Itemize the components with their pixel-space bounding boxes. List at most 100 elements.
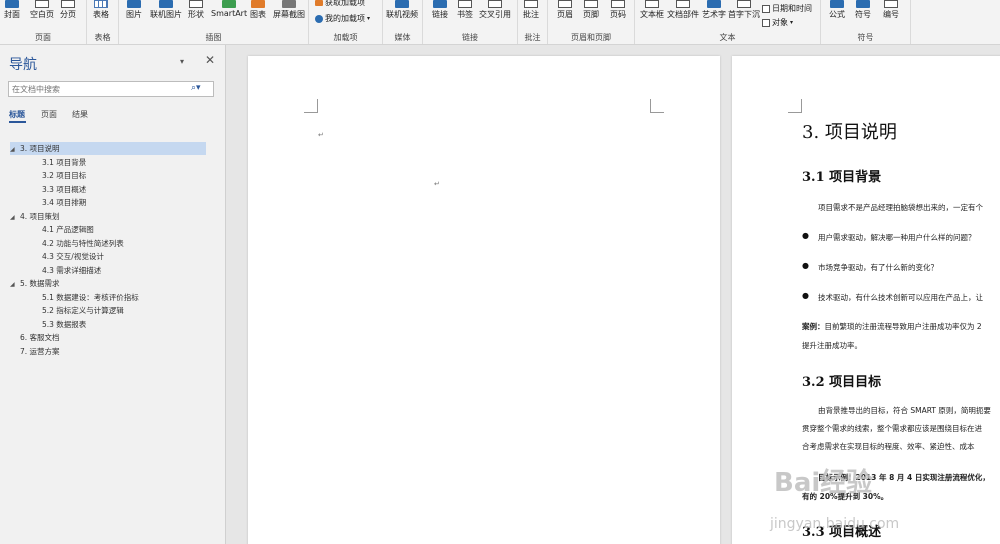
get-addins-button[interactable]: 获取加载项: [315, 0, 365, 8]
nav-heading-item[interactable]: ◢ 5. 数据需求: [10, 277, 60, 290]
bullet-item: 用户需求驱动，解决哪一种用户什么样的问题？: [818, 233, 976, 242]
pi-icon: [830, 0, 844, 8]
nav-heading-label: 4.3 需求详细描述: [42, 265, 102, 275]
text-box-button[interactable]: 文本框: [640, 0, 664, 20]
nav-heading-item[interactable]: 5.3 数据报表: [42, 318, 86, 331]
symbol-button[interactable]: 符号: [855, 0, 871, 20]
document-area: ↵ ↵ 3. 项目说明 3.1 项目背景 项目需求不是产品经理拍脑袋想出来的，一…: [226, 45, 1000, 544]
bookmark-icon: [458, 0, 472, 8]
nav-heading-item[interactable]: 5.2 指标定义与计算逻辑: [42, 304, 124, 317]
group-label-comments: 批注: [524, 33, 541, 42]
wordart-icon: [707, 0, 721, 8]
nav-heading-item[interactable]: 4.3 交互/视觉设计: [42, 250, 104, 263]
table-button[interactable]: 表格: [93, 0, 109, 20]
quick-parts-button[interactable]: 文档部件: [667, 0, 699, 20]
nav-heading-item[interactable]: 7. 运营方案: [10, 345, 60, 358]
equation-button[interactable]: 公式: [829, 0, 845, 20]
cover-page-button[interactable]: 封面: [4, 0, 20, 20]
nav-heading-item[interactable]: 6. 客服文档: [10, 331, 60, 344]
store-icon: [315, 0, 323, 6]
ribbon-group-pages: 封面 空白页 分页 页面: [0, 0, 87, 44]
group-label-illustrations: 插图: [205, 33, 222, 42]
omega-icon: [856, 0, 870, 8]
bookmark-button[interactable]: 书签: [457, 0, 473, 20]
nav-heading-label: 7. 运营方案: [20, 346, 60, 356]
collapse-triangle-icon[interactable]: ◢: [10, 143, 20, 156]
group-label-tables: 表格: [94, 33, 111, 42]
nav-heading-item[interactable]: 3.2 项目目标: [42, 169, 86, 182]
nav-heading-item[interactable]: 3.1 项目背景: [42, 156, 86, 169]
cross-reference-button[interactable]: 交叉引用: [479, 0, 511, 20]
goal-example-cont: 有的 20%提升到 30%。: [802, 492, 889, 501]
wordart-button[interactable]: 艺术字: [702, 0, 726, 20]
number-button[interactable]: 编号: [883, 0, 899, 20]
online-video-button[interactable]: 联机视频: [386, 0, 418, 20]
video-icon: [395, 0, 409, 8]
header-button[interactable]: 页眉: [557, 0, 573, 20]
date-time-button[interactable]: 日期和时间: [762, 3, 812, 14]
ribbon-group-symbols: 公式 符号 编号 符号: [821, 0, 911, 44]
nav-heading-item[interactable]: 4.3 需求详细描述: [42, 264, 101, 277]
link-button[interactable]: 链接: [432, 0, 448, 20]
chart-button[interactable]: 图表: [250, 0, 266, 20]
bullet-dot: ●: [802, 291, 809, 300]
ribbon-group-links: 链接 书签 交叉引用 链接: [423, 0, 518, 44]
group-label-media: 媒体: [394, 33, 411, 42]
nav-heading-item[interactable]: 4.1 产品逻辑图: [42, 223, 94, 236]
tab-pages[interactable]: 页面: [41, 109, 57, 120]
header-icon: [558, 0, 572, 8]
footer-icon: [584, 0, 598, 8]
nav-heading-label: 5.1 数据建设：考核评价指标: [42, 292, 139, 302]
nav-heading-item[interactable]: ◢ 3. 项目说明: [10, 142, 206, 155]
bullet-dot: ●: [802, 231, 809, 240]
quick-parts-icon: [676, 0, 690, 8]
drop-cap-button[interactable]: 首字下沉: [728, 0, 760, 20]
smartart-icon: [222, 0, 237, 8]
smartart-button[interactable]: SmartArt: [211, 0, 247, 18]
paragraph-mark: ↵: [434, 180, 440, 188]
nav-heading-label: 4. 项目策划: [20, 211, 60, 221]
nav-heading-label: 3. 项目说明: [20, 144, 60, 153]
nav-options-chevron-icon[interactable]: ▾: [180, 57, 184, 66]
shapes-button[interactable]: 形状: [188, 0, 204, 20]
ribbon-group-header-footer: 页眉 页脚 页码 页眉和页脚: [548, 0, 635, 44]
nav-heading-item[interactable]: 3.3 项目概述: [42, 183, 86, 196]
document-page-1[interactable]: ↵ ↵: [248, 56, 720, 544]
online-picture-button[interactable]: 联机图片: [150, 0, 182, 20]
object-button[interactable]: 对象 ▾: [762, 17, 793, 28]
collapse-triangle-icon[interactable]: ◢: [10, 211, 20, 224]
tab-headings[interactable]: 标题: [9, 109, 25, 120]
nav-heading-label: 5. 数据需求: [20, 279, 60, 288]
document-page-2[interactable]: 3. 项目说明 3.1 项目背景 项目需求不是产品经理拍脑袋想出来的，一定有个 …: [732, 56, 1000, 544]
tab-results[interactable]: 结果: [72, 109, 88, 120]
group-label-text: 文本: [719, 33, 736, 42]
page-number-button[interactable]: 页码: [610, 0, 626, 20]
body-paragraph: 贯穿整个需求的线索，整个需求都应该是围绕目标在进: [802, 424, 982, 433]
search-icon[interactable]: ⌕▾: [191, 83, 201, 93]
footer-button[interactable]: 页脚: [583, 0, 599, 20]
ribbon-group-illustrations: 图片 联机图片 形状 SmartArt 图表 屏幕截图 插图: [119, 0, 309, 44]
blank-page-button[interactable]: 空白页: [30, 0, 54, 20]
nav-heading-item[interactable]: 5.1 数据建设：考核评价指标: [42, 291, 139, 304]
text-box-icon: [645, 0, 659, 8]
picture-button[interactable]: 图片: [126, 0, 142, 20]
nav-heading-item[interactable]: 4.2 功能与特性简述列表: [42, 237, 124, 250]
nav-heading-label: 4.3 交互/视觉设计: [42, 252, 104, 261]
comment-icon: [524, 0, 538, 8]
screenshot-button[interactable]: 屏幕截图: [273, 0, 305, 20]
comment-button[interactable]: 批注: [523, 0, 539, 20]
nav-heading-item[interactable]: 3.4 项目排期: [42, 196, 86, 209]
page-break-button[interactable]: 分页: [60, 0, 76, 20]
bullet-dot: ●: [802, 261, 809, 270]
collapse-triangle-icon[interactable]: ◢: [10, 278, 20, 291]
number-icon: [884, 0, 898, 8]
drop-cap-icon: [737, 0, 751, 8]
heading-2-overview: 3.3 项目概述: [802, 525, 882, 540]
heading-2-goals: 3.2 项目目标: [802, 375, 882, 390]
camera-icon: [282, 0, 296, 8]
nav-search-input[interactable]: [8, 81, 214, 97]
my-addins-button[interactable]: 我的加载项 ▾: [315, 13, 370, 24]
nav-heading-item[interactable]: ◢ 4. 项目策划: [10, 210, 60, 223]
calendar-icon: [762, 4, 770, 13]
close-icon[interactable]: ✕: [205, 53, 215, 67]
